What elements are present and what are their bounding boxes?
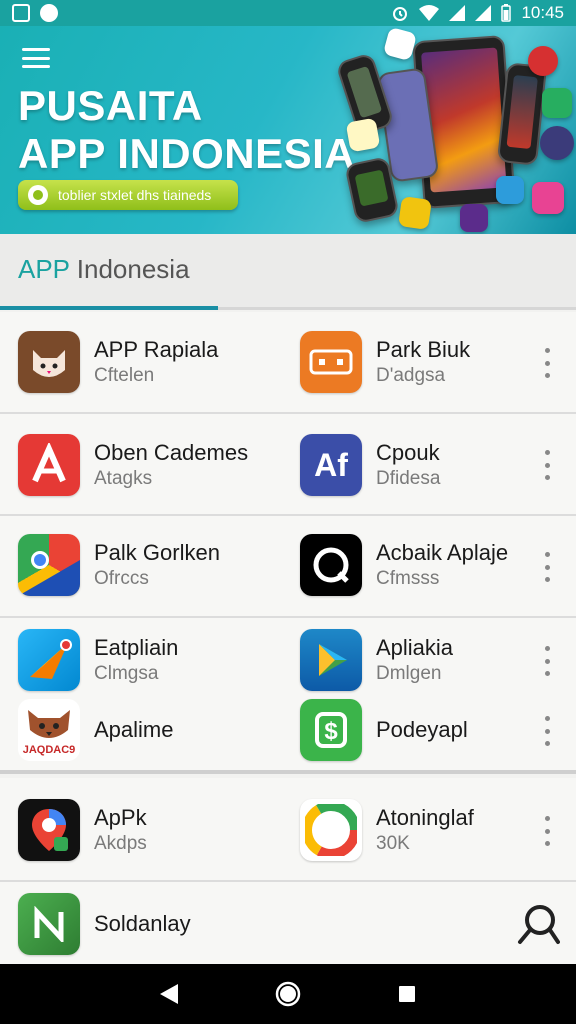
app-subtitle: Dmlgen xyxy=(376,663,442,684)
app-name: ApPk xyxy=(94,805,147,830)
search-icon[interactable] xyxy=(516,902,560,946)
app-name: Eatpliain xyxy=(94,635,179,660)
whatsapp-notification-icon xyxy=(40,4,58,22)
af-icon: Af xyxy=(300,434,362,496)
app-item[interactable]: Af Cpouk Dfidesa xyxy=(300,433,440,497)
app-item[interactable]: Atoninglaf 30K xyxy=(300,798,474,862)
more-options-icon[interactable] xyxy=(540,348,554,378)
home-icon[interactable] xyxy=(273,979,303,1009)
orange-card-icon xyxy=(300,331,362,393)
dollar-icon: $ xyxy=(300,699,362,761)
app-item[interactable]: Oben Cademes Atagks xyxy=(18,433,248,497)
tab-app-indonesia[interactable]: APP Indonesia xyxy=(18,254,190,285)
clock: 10:45 xyxy=(521,3,564,22)
banner-title-line1: PUSAITA xyxy=(18,82,203,129)
app-subtitle: Dfidesa xyxy=(376,468,441,489)
more-options-icon[interactable] xyxy=(540,552,554,582)
more-options-icon[interactable] xyxy=(540,816,554,846)
signal-icon xyxy=(449,5,466,21)
floating-app-icon xyxy=(496,176,524,204)
floating-app-icon xyxy=(398,196,432,230)
check-circle-icon xyxy=(28,185,48,205)
alarm-icon xyxy=(393,7,408,21)
app-subtitle: 30K xyxy=(376,833,410,854)
app-name: Atoninglaf xyxy=(376,805,474,830)
floating-app-icon xyxy=(532,182,564,214)
floating-app-icon xyxy=(382,26,418,62)
floating-app-icon xyxy=(460,204,488,232)
app-item[interactable]: Park Biuk D'adgsa xyxy=(300,330,470,394)
app-item[interactable]: Eatpliain Clmgsa xyxy=(18,628,178,692)
more-options-icon[interactable] xyxy=(540,716,554,746)
banner-cta-button[interactable]: toblier stxlet dhs tiaineds xyxy=(18,180,238,210)
app-row: APP Rapiala Cftelen Park Biuk D'adgsa xyxy=(0,312,576,414)
app-subtitle: Cfmsss xyxy=(376,568,440,589)
promo-banner[interactable]: PUSAITA APP INDONESIA toblier stxlet dhs… xyxy=(0,26,576,234)
app-subtitle: Atagks xyxy=(94,468,153,489)
app-subtitle: Cftelen xyxy=(94,365,155,386)
app-name: Cpouk xyxy=(376,440,440,465)
maps-pin-icon xyxy=(18,799,80,861)
floating-app-icon xyxy=(528,46,558,76)
dog-icon: JAQDAC9 xyxy=(18,699,80,761)
app-subtitle: D'adgsa xyxy=(376,365,446,386)
app-name: Apliakia xyxy=(376,635,454,660)
more-options-icon[interactable] xyxy=(540,450,554,480)
app-item[interactable]: Palk Gorlken Ofrccs xyxy=(18,533,220,597)
app-name: Park Biuk xyxy=(376,337,471,362)
app-row: ApPk Akdps Atoninglaf 30K xyxy=(0,778,576,882)
cat-icon xyxy=(18,331,80,393)
app-item[interactable]: JAQDAC9 Apalime xyxy=(18,698,173,762)
recents-icon[interactable] xyxy=(392,979,422,1009)
more-options-icon[interactable] xyxy=(540,646,554,676)
green-n-icon xyxy=(18,893,80,955)
app-item[interactable]: Acbaik Aplaje Cfmsss xyxy=(300,533,508,597)
back-icon[interactable] xyxy=(154,979,184,1009)
status-bar: 10:45 xyxy=(0,0,576,26)
letter-a-icon xyxy=(18,434,80,496)
signal-2-icon xyxy=(475,5,492,21)
paper-plane-icon xyxy=(18,629,80,691)
app-row: Soldanlay xyxy=(0,882,576,964)
wifi-icon xyxy=(419,5,440,21)
category-tab-bar[interactable]: APP Indonesia xyxy=(0,234,576,310)
banner-cta-label: toblier stxlet dhs tiaineds xyxy=(58,187,212,203)
app-name: Acbaik Aplaje xyxy=(376,540,509,565)
play-icon xyxy=(300,629,362,691)
app-name: Soldanlay xyxy=(94,911,191,936)
app-subtitle: Ofrccs xyxy=(94,568,149,589)
battery-icon xyxy=(501,4,512,22)
app-name: APP Rapiala xyxy=(94,337,219,362)
ring-icon xyxy=(300,534,362,596)
app-name: Palk Gorlken xyxy=(94,540,220,565)
dog-icon-caption: JAQDAC9 xyxy=(22,744,76,756)
app-name: Podeyapl xyxy=(376,717,468,742)
system-nav-bar xyxy=(0,964,576,1024)
chrome-like-icon xyxy=(18,534,80,596)
app-item[interactable]: Soldanlay xyxy=(18,892,191,956)
app-row: Palk Gorlken Ofrccs Acbaik Aplaje Cfmsss xyxy=(0,516,576,618)
app-item[interactable]: Apliakia Dmlgen xyxy=(300,628,453,692)
app-row: Oben Cademes Atagks Af Cpouk Dfidesa xyxy=(0,414,576,516)
app-subtitle: Akdps xyxy=(94,833,147,854)
hamburger-menu-icon[interactable] xyxy=(22,48,50,68)
gallery-notification-icon xyxy=(12,4,30,22)
tab-indicator xyxy=(0,306,218,310)
banner-title-line2: APP INDONESIA xyxy=(18,130,356,177)
app-name: Oben Cademes xyxy=(94,440,249,465)
app-item[interactable]: APP Rapiala Cftelen xyxy=(18,330,218,394)
app-name: Apalime xyxy=(94,717,174,742)
floating-app-icon xyxy=(542,88,572,118)
svg-text:$: $ xyxy=(324,718,338,745)
app-item[interactable]: ApPk Akdps xyxy=(18,798,147,862)
floating-app-icon xyxy=(345,117,381,153)
chrome-circle-icon xyxy=(300,799,362,861)
floating-app-icon xyxy=(540,126,574,160)
app-subtitle: Clmgsa xyxy=(94,663,159,684)
app-row: Eatpliain Clmgsa Apliakia Dmlgen JAQDAC9… xyxy=(0,618,576,774)
app-item[interactable]: $ Podeyapl xyxy=(300,698,468,762)
